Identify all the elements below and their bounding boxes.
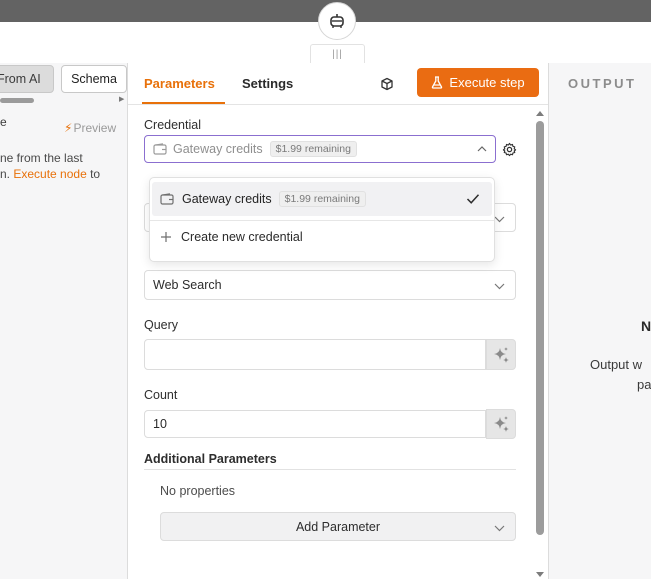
operation-value: Web Search <box>153 278 222 292</box>
tab-parameters[interactable]: Parameters <box>144 76 215 91</box>
wallet-icon <box>160 193 174 205</box>
chevron-up-icon <box>477 146 487 152</box>
execute-step-button[interactable]: Execute step <box>417 68 539 97</box>
chevron-down-icon <box>494 525 505 532</box>
add-parameter-label: Add Parameter <box>295 519 381 534</box>
count-ai-button[interactable] <box>486 409 516 439</box>
parameters-panel: Parameters Settings Execute step Credent… <box>128 63 548 579</box>
panel-drag-handle[interactable]: ||| <box>310 44 365 63</box>
vertical-scrollbar-thumb[interactable] <box>536 121 544 535</box>
execute-node-link[interactable]: Execute node <box>13 167 86 181</box>
checkmark-icon <box>466 194 480 204</box>
chevron-down-icon <box>494 216 505 223</box>
hint-text-line1: ne from the last <box>0 151 83 165</box>
scroll-right-arrow-icon[interactable]: ▶ <box>119 95 124 103</box>
plus-icon <box>161 232 171 242</box>
output-heading-fragment: N <box>641 318 651 334</box>
output-title: OUTPUT <box>568 76 637 91</box>
hint-suffix: to <box>90 167 101 181</box>
input-panel: From AI Schema ▶ e ⚡Preview ne from the … <box>0 63 128 579</box>
credential-label: Credential <box>144 118 201 132</box>
tab-schema[interactable]: Schema <box>61 65 127 93</box>
active-tab-indicator <box>142 102 225 104</box>
dropdown-divider <box>150 220 494 221</box>
preview-link[interactable]: ⚡Preview <box>64 121 116 135</box>
flask-icon <box>432 76 443 89</box>
sparkle-icon <box>494 416 509 432</box>
chevron-down-icon <box>494 283 505 290</box>
hint-prefix: n. <box>0 167 11 181</box>
dropdown-option-gateway-credits[interactable]: Gateway credits $1.99 remaining <box>152 182 492 216</box>
no-properties-text: No properties <box>160 484 236 498</box>
tab-from-ai[interactable]: From AI <box>0 65 54 93</box>
robot-icon <box>330 14 344 28</box>
add-parameter-button[interactable]: Add Parameter <box>160 512 516 541</box>
dropdown-option-badge: $1.99 remaining <box>278 191 366 207</box>
count-input[interactable]: 10 <box>144 410 486 438</box>
credential-select[interactable]: Gateway credits $1.99 remaining <box>144 135 496 163</box>
node-icon[interactable] <box>318 2 356 40</box>
credential-balance-badge: $1.99 remaining <box>269 141 357 157</box>
output-panel: OUTPUT N Output w pa <box>548 63 651 579</box>
dropdown-option-create-credential[interactable]: Create new credential <box>160 230 303 244</box>
divider <box>144 469 516 470</box>
wallet-icon <box>153 143 167 155</box>
hint-text-line2: n. Execute node to <box>0 167 100 181</box>
output-text-line2: pa <box>637 377 651 392</box>
dropdown-option-label: Gateway credits <box>182 192 272 206</box>
panel-tabs: Parameters Settings Execute step <box>128 63 548 105</box>
preview-label: Preview <box>73 121 117 135</box>
input-title-fragment: e <box>0 115 7 129</box>
credential-value: Gateway credits <box>173 142 263 156</box>
query-label: Query <box>144 318 179 332</box>
additional-parameters-heading: Additional Parameters <box>144 452 277 466</box>
lightning-icon: ⚡ <box>64 121 73 135</box>
scroll-up-arrow-icon[interactable] <box>536 110 544 116</box>
query-ai-button[interactable] <box>486 339 516 370</box>
create-credential-label: Create new credential <box>181 230 303 244</box>
credential-dropdown: Gateway credits $1.99 remaining Create n… <box>149 177 495 262</box>
cube-icon[interactable] <box>380 77 394 91</box>
tab-settings[interactable]: Settings <box>242 76 293 91</box>
sparkle-icon <box>494 346 509 363</box>
output-text-line1: Output w <box>590 357 643 372</box>
operation-select[interactable]: Web Search <box>144 270 516 300</box>
horizontal-scrollbar[interactable] <box>0 98 34 103</box>
query-input[interactable] <box>144 339 486 370</box>
count-label: Count <box>144 388 178 402</box>
execute-step-label: Execute step <box>449 75 525 90</box>
scroll-down-arrow-icon[interactable] <box>536 572 544 578</box>
gear-icon[interactable] <box>502 142 517 157</box>
